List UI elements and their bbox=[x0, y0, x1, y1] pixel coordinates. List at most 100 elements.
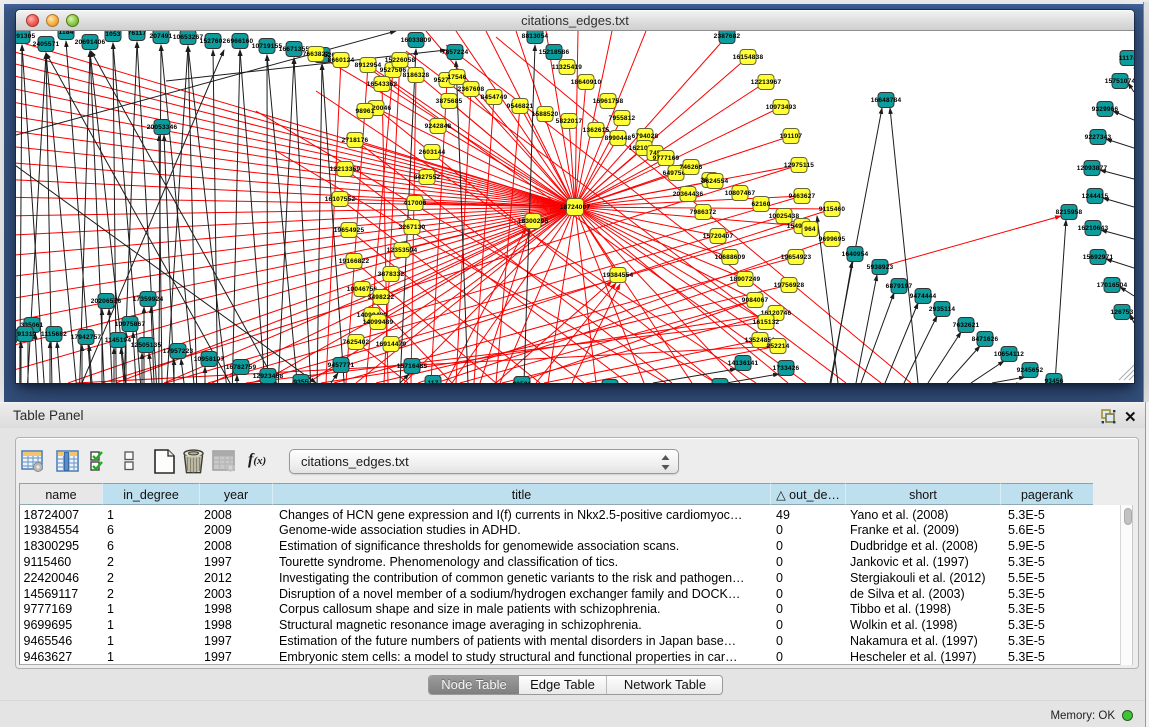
svg-text:12213369: 12213369 bbox=[330, 166, 361, 173]
svg-text:1053: 1053 bbox=[105, 31, 120, 38]
svg-text:62160: 62160 bbox=[751, 201, 770, 208]
svg-text:7625402: 7625402 bbox=[343, 339, 370, 346]
svg-text:10654112: 10654112 bbox=[994, 351, 1024, 358]
svg-text:8813054: 8813054 bbox=[522, 33, 549, 40]
svg-text:1115682: 1115682 bbox=[41, 331, 67, 338]
svg-text:15218586: 15218586 bbox=[539, 49, 570, 56]
svg-text:3267130: 3267130 bbox=[399, 224, 426, 231]
svg-text:9245652: 9245652 bbox=[1017, 367, 1044, 374]
svg-text:1615132: 1615132 bbox=[753, 319, 780, 326]
svg-text:11325419: 11325419 bbox=[552, 64, 582, 71]
svg-text:8660124: 8660124 bbox=[328, 57, 355, 64]
svg-text:3624554: 3624554 bbox=[702, 178, 729, 185]
svg-text:16961758: 16961758 bbox=[593, 98, 624, 105]
svg-text:7632621: 7632621 bbox=[953, 322, 980, 329]
svg-text:16154838: 16154838 bbox=[733, 54, 764, 61]
svg-text:2718176: 2718176 bbox=[342, 137, 369, 144]
svg-text:8912954: 8912954 bbox=[355, 62, 382, 69]
svg-text:16782759: 16782759 bbox=[226, 364, 257, 371]
svg-text:10973493: 10973493 bbox=[766, 104, 797, 111]
svg-text:16033809: 16033809 bbox=[401, 37, 432, 44]
svg-text:16648784: 16648784 bbox=[871, 97, 902, 104]
svg-text:9474444: 9474444 bbox=[910, 293, 937, 300]
svg-text:18724007: 18724007 bbox=[560, 204, 591, 211]
svg-text:18907249: 18907249 bbox=[730, 276, 761, 283]
svg-text:7857224: 7857224 bbox=[442, 49, 469, 56]
svg-text:10958107: 10958107 bbox=[194, 356, 225, 363]
svg-text:15751074: 15751074 bbox=[1105, 78, 1134, 85]
svg-text:11174: 11174 bbox=[1119, 55, 1134, 62]
svg-text:9699695: 9699695 bbox=[819, 236, 846, 243]
svg-text:15226058: 15226058 bbox=[385, 57, 416, 64]
svg-text:8186328: 8186328 bbox=[403, 72, 430, 79]
svg-text:3498222: 3498222 bbox=[368, 294, 395, 301]
svg-text:7986372: 7986372 bbox=[690, 209, 717, 216]
svg-text:9777169: 9777169 bbox=[653, 155, 680, 162]
svg-text:7663822: 7663822 bbox=[303, 51, 330, 58]
svg-text:16107552: 16107552 bbox=[325, 196, 356, 203]
svg-text:19756928: 19756928 bbox=[774, 282, 805, 289]
svg-text:3878332: 3878332 bbox=[378, 271, 405, 278]
svg-text:20053346: 20053346 bbox=[147, 124, 178, 131]
svg-text:10975867: 10975867 bbox=[115, 321, 146, 328]
svg-text:15720407: 15720407 bbox=[703, 233, 734, 240]
svg-text:3875685: 3875685 bbox=[436, 98, 463, 105]
svg-text:12353594: 12353594 bbox=[387, 247, 418, 254]
svg-text:18300295: 18300295 bbox=[518, 218, 549, 225]
svg-text:9991305: 9991305 bbox=[16, 33, 36, 40]
svg-text:20206576: 20206576 bbox=[91, 298, 122, 305]
svg-text:1588520: 1588520 bbox=[532, 111, 559, 118]
svg-text:15716485: 15716485 bbox=[397, 363, 428, 370]
svg-text:6794028: 6794028 bbox=[632, 133, 659, 140]
svg-text:191107: 191107 bbox=[780, 133, 803, 140]
svg-text:16543362: 16543362 bbox=[367, 81, 398, 88]
svg-text:8454749: 8454749 bbox=[481, 94, 508, 101]
svg-text:14099489: 14099489 bbox=[363, 319, 394, 326]
svg-text:1640954: 1640954 bbox=[842, 251, 869, 258]
svg-text:2935114: 2935114 bbox=[929, 306, 956, 313]
svg-text:5938923: 5938923 bbox=[867, 264, 894, 271]
svg-text:9227343: 9227343 bbox=[1085, 134, 1112, 141]
svg-text:17546: 17546 bbox=[447, 74, 466, 81]
svg-text:2367608: 2367608 bbox=[458, 86, 485, 93]
svg-text:19384554: 19384554 bbox=[603, 272, 634, 279]
svg-text:746266: 746266 bbox=[680, 164, 703, 171]
svg-text:14136141: 14136141 bbox=[728, 360, 759, 367]
svg-text:207491: 207491 bbox=[150, 33, 173, 40]
svg-text:991319: 991319 bbox=[16, 331, 37, 338]
svg-text:1362615: 1362615 bbox=[583, 127, 610, 134]
svg-text:1184: 1184 bbox=[59, 31, 74, 36]
svg-text:12093877: 12093877 bbox=[1077, 165, 1108, 172]
svg-text:2603144: 2603144 bbox=[419, 149, 446, 156]
svg-text:5822017: 5822017 bbox=[556, 118, 583, 125]
svg-text:9329966: 9329966 bbox=[1092, 106, 1119, 113]
svg-text:9084067: 9084067 bbox=[742, 297, 769, 304]
svg-text:417006: 417006 bbox=[404, 200, 427, 207]
svg-text:98961: 98961 bbox=[355, 108, 374, 115]
svg-text:16914479: 16914479 bbox=[376, 341, 407, 348]
svg-text:76117: 76117 bbox=[128, 31, 147, 37]
svg-text:19654925: 19654925 bbox=[334, 227, 365, 234]
svg-text:8471626: 8471626 bbox=[972, 336, 999, 343]
svg-text:8427552: 8427552 bbox=[414, 174, 441, 181]
svg-text:7955812: 7955812 bbox=[609, 115, 636, 122]
svg-text:9115460: 9115460 bbox=[819, 206, 846, 213]
svg-text:10807467: 10807467 bbox=[725, 190, 756, 197]
svg-text:1733426: 1733426 bbox=[773, 365, 800, 372]
svg-text:6966160: 6966160 bbox=[227, 38, 254, 45]
svg-text:20531: 20531 bbox=[512, 381, 531, 383]
svg-text:12505135: 12505135 bbox=[131, 342, 162, 349]
svg-text:10688609: 10688609 bbox=[715, 254, 746, 261]
svg-text:17957223: 17957223 bbox=[163, 348, 194, 355]
svg-text:20364436: 20364436 bbox=[673, 191, 704, 198]
svg-text:12213967: 12213967 bbox=[751, 79, 782, 86]
svg-text:9355: 9355 bbox=[293, 379, 308, 383]
svg-text:16210643: 16210643 bbox=[1078, 225, 1109, 232]
svg-text:17359924: 17359924 bbox=[133, 296, 164, 303]
svg-text:9242848: 9242848 bbox=[425, 123, 452, 130]
svg-text:6879197: 6879197 bbox=[886, 283, 913, 290]
svg-text:18640910: 18640910 bbox=[571, 79, 602, 86]
svg-text:93456: 93456 bbox=[1044, 378, 1063, 383]
svg-text:8990448: 8990448 bbox=[605, 135, 632, 142]
svg-text:12923468: 12923468 bbox=[253, 373, 284, 380]
